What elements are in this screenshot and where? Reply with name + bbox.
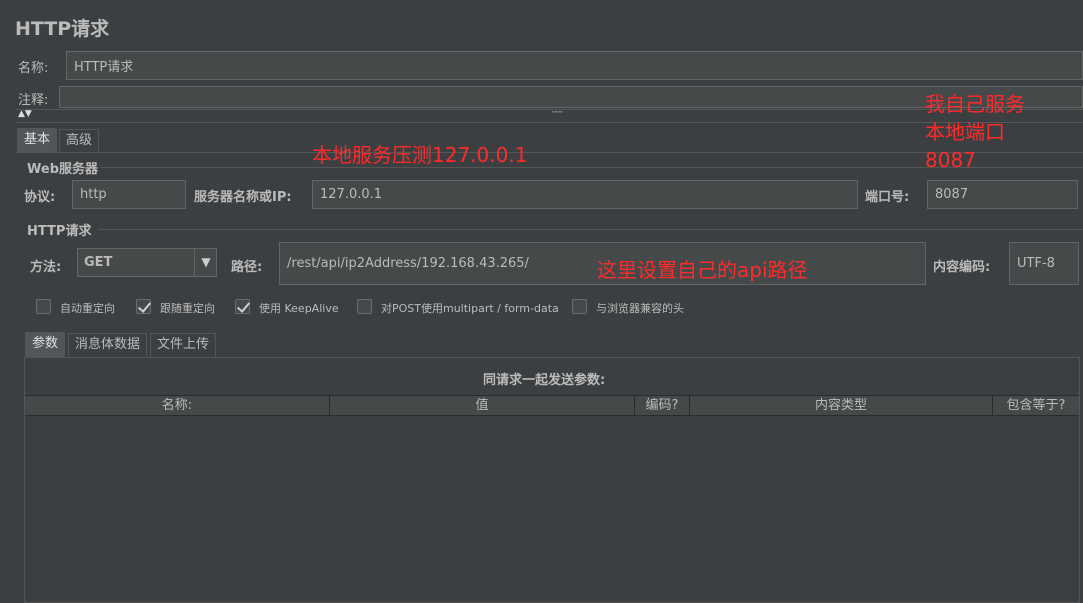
annotation-local-service: 本地服务压测127.0.0.1 [312, 143, 528, 167]
auto-redirect-checkbox[interactable] [36, 299, 51, 314]
column-header-value[interactable]: 值 [330, 396, 635, 415]
annotation-api-path: 这里设置自己的api路径 [597, 258, 808, 282]
protocol-input[interactable] [72, 180, 186, 209]
follow-redirect-label: 跟随重定向 [160, 302, 215, 315]
params-table-body[interactable] [25, 416, 1079, 602]
http-request-group-line [98, 229, 1083, 230]
params-caption: 同请求一起发送参数: [483, 373, 606, 388]
tab-divider [16, 152, 1083, 153]
comment-label: 注释: [18, 93, 49, 108]
table-header: 名称: 值 编码? 内容类型 包含等于? [25, 395, 1079, 416]
method-select[interactable]: GET ▼ [77, 248, 217, 277]
method-label: 方法: [30, 260, 62, 275]
http-request-legend: HTTP请求 [27, 224, 92, 239]
multipart-checkbox[interactable] [357, 299, 372, 314]
name-label: 名称: [18, 61, 49, 76]
method-value: GET [84, 255, 113, 270]
keepalive-label: 使用 KeepAlive [259, 302, 339, 315]
encoding-label: 内容编码: [933, 260, 991, 275]
tab-advanced[interactable]: 高级 [59, 129, 100, 153]
browser-headers-checkbox[interactable] [572, 299, 587, 314]
annotation-local-port: 本地端口 [925, 120, 1005, 144]
drag-handle-icon[interactable]: ┈┈ [552, 108, 563, 118]
tab-file-upload[interactable]: 文件上传 [150, 333, 217, 357]
tab-basic[interactable]: 基本 [17, 128, 58, 152]
port-input[interactable] [927, 180, 1078, 209]
tab-params[interactable]: 参数 [25, 332, 66, 357]
protocol-label: 协议: [24, 190, 56, 205]
keepalive-checkbox[interactable] [235, 299, 250, 314]
path-label: 路径: [231, 260, 263, 275]
auto-redirect-label: 自动重定向 [60, 302, 115, 315]
column-header-encode[interactable]: 编码? [635, 396, 690, 415]
multipart-label: 对POST使用multipart / form-data [381, 302, 559, 315]
port-label: 端口号: [865, 190, 910, 205]
column-header-name[interactable]: 名称: [25, 396, 330, 415]
encoding-input[interactable] [1009, 242, 1079, 285]
column-header-content-type[interactable]: 内容类型 [690, 396, 993, 415]
params-panel: 同请求一起发送参数: 名称: 值 编码? 内容类型 包含等于? [24, 357, 1080, 603]
annotation-my-service: 我自己服务 [925, 92, 1025, 116]
tab-body-data[interactable]: 消息体数据 [68, 333, 148, 357]
web-server-legend: Web服务器 [27, 162, 98, 177]
page-title: HTTP请求 [15, 18, 110, 40]
browser-headers-label: 与浏览器兼容的头 [596, 302, 684, 315]
server-label: 服务器名称或IP: [194, 190, 292, 205]
server-input[interactable] [312, 180, 858, 209]
follow-redirect-checkbox[interactable] [136, 299, 151, 314]
collapse-arrows-icon[interactable]: ▲▼ [18, 109, 32, 119]
chevron-down-icon[interactable]: ▼ [194, 249, 217, 276]
name-input[interactable] [66, 51, 1083, 80]
splitter[interactable]: ▲▼ ┈┈ [16, 108, 1083, 123]
annotation-port-number: 8087 [925, 148, 976, 172]
column-header-include-equals[interactable]: 包含等于? [993, 396, 1079, 415]
